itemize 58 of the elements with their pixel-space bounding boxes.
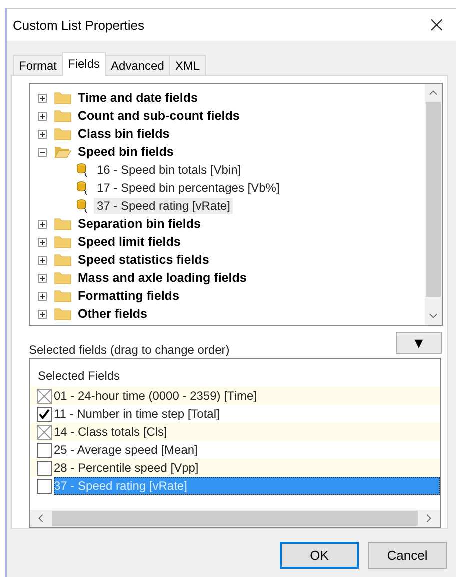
tree-folder-label[interactable]: Separation bin fields xyxy=(78,217,201,231)
close-button[interactable]: × xyxy=(418,12,456,38)
folder-icon xyxy=(54,271,72,285)
ok-button[interactable]: OK xyxy=(280,542,359,569)
tree-folder-label[interactable]: Time and date fields xyxy=(78,91,198,105)
selected-field-item[interactable]: 25 - Average speed [Mean] xyxy=(54,441,440,459)
folder-icon xyxy=(54,217,72,231)
tree-field-item[interactable]: 16 - Speed bin totals [Vbin] xyxy=(94,162,244,178)
folder-icon xyxy=(54,91,72,105)
expand-icon[interactable] xyxy=(38,274,47,282)
tree-folder-label[interactable]: Formatting fields xyxy=(78,289,180,303)
scroll-right-icon[interactable] xyxy=(426,514,432,523)
tab[interactable]: XML xyxy=(169,55,206,75)
expand-icon[interactable] xyxy=(38,256,47,264)
database-icon xyxy=(76,198,89,214)
expand-icon[interactable] xyxy=(38,292,47,300)
horizontal-scrollbar[interactable] xyxy=(30,510,440,527)
vertical-scrollbar[interactable] xyxy=(425,84,442,325)
folder-icon xyxy=(54,109,72,123)
tree-folder-label[interactable]: Mass and axle loading fields xyxy=(78,271,247,285)
scroll-left-icon[interactable] xyxy=(38,514,44,523)
tree-field-item[interactable]: 17 - Speed bin percentages [Vb%] xyxy=(94,180,283,196)
folder-icon xyxy=(54,235,72,249)
tree-folder-label[interactable]: Count and sub-count fields xyxy=(78,109,240,123)
checkbox[interactable] xyxy=(37,478,52,494)
selected-fields-label: Selected fields (drag to change order) xyxy=(29,343,230,358)
expand-icon[interactable] xyxy=(38,112,47,120)
dropdown-button[interactable]: ▼ xyxy=(396,332,442,354)
expand-icon[interactable] xyxy=(38,238,47,246)
tree-folder-label[interactable]: Speed limit fields xyxy=(78,235,181,249)
window-title: Custom List Properties xyxy=(13,18,144,32)
tree-folder-label[interactable]: Speed statistics fields xyxy=(78,253,210,267)
selected-field-item[interactable]: 11 - Number in time step [Total] xyxy=(54,405,440,423)
tree-field-item[interactable]: 37 - Speed rating [vRate] xyxy=(94,198,234,214)
tab[interactable]: Format xyxy=(13,55,64,75)
database-icon xyxy=(76,162,89,178)
expand-icon[interactable] xyxy=(38,220,47,228)
tree-folder-label[interactable]: Speed bin fields xyxy=(78,145,174,159)
database-icon xyxy=(76,180,89,196)
tree-folder-label[interactable]: Class bin fields xyxy=(78,127,170,141)
scroll-up-icon[interactable] xyxy=(429,90,438,96)
scroll-down-icon[interactable] xyxy=(429,313,438,319)
expand-icon[interactable] xyxy=(38,310,47,318)
tree-folder-label[interactable]: Other fields xyxy=(78,307,148,321)
expand-icon[interactable] xyxy=(38,130,47,138)
checkbox[interactable] xyxy=(37,442,52,458)
expand-icon[interactable] xyxy=(38,94,47,102)
cancel-button[interactable]: Cancel xyxy=(368,542,447,569)
open-folder-icon xyxy=(54,145,72,159)
folder-icon xyxy=(54,307,72,321)
checkbox[interactable] xyxy=(37,406,52,422)
tab[interactable]: Fields xyxy=(62,52,106,76)
collapse-icon[interactable] xyxy=(38,148,47,156)
folder-icon xyxy=(54,127,72,141)
checkbox[interactable] xyxy=(37,460,52,476)
folder-icon xyxy=(54,289,72,303)
folder-icon xyxy=(54,253,72,267)
list-header: Selected Fields xyxy=(37,368,122,384)
